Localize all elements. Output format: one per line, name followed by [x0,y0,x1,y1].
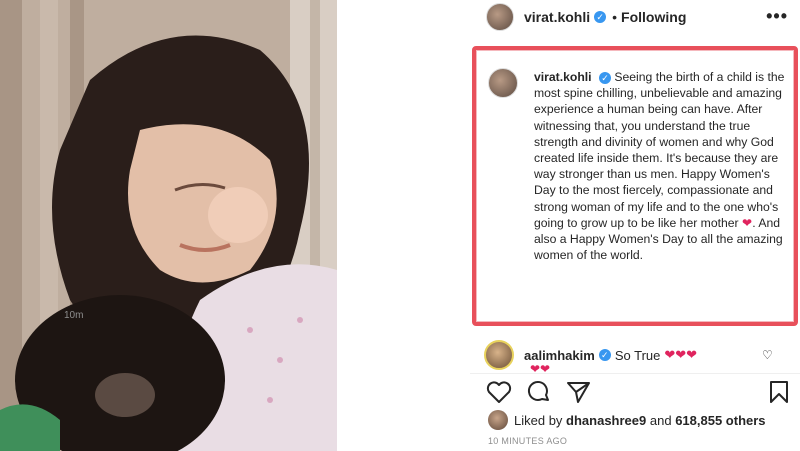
likes-prefix: Liked by [514,412,563,428]
commenter-username[interactable]: aalimhakim [524,348,595,363]
likes-joiner: and [649,412,672,428]
caption-time: 10m [64,310,84,321]
caption-username[interactable]: virat.kohli [534,70,592,84]
following-button[interactable]: Following [621,9,686,25]
commenter-avatar[interactable] [484,340,514,370]
verified-icon: ✓ [598,71,611,84]
post-timestamp: 10 MINUTES AGO [488,436,568,446]
caption-text: virat.kohli ✓ Seeing the birth of a chil… [534,69,792,263]
post-photo[interactable] [0,0,337,451]
share-icon[interactable] [566,380,592,404]
verified-icon: ✓ [594,11,607,23]
comment-hearts: ❤❤❤ [664,347,698,362]
comment-row: aalimhakim ✓ So True ❤❤❤ [484,340,784,370]
verified-icon: ✓ [598,349,611,361]
caption-author-avatar[interactable] [488,68,518,98]
caption-body: Seeing the birth of a child is the most … [534,70,785,230]
heart-icon[interactable] [486,380,512,404]
action-bar [470,373,800,407]
comment-text: So True [614,347,661,363]
red-heart-emoji-icon: ❤ [742,215,753,230]
likes-others-count[interactable]: 618,855 others [675,413,765,428]
post-header: virat.kohli ✓ • Following ••• [470,0,800,34]
liker-username[interactable]: dhanashree9 [566,413,646,428]
post-divider-space [337,0,470,451]
more-options-icon[interactable]: ••• [766,6,788,27]
comment-icon[interactable] [526,380,552,404]
author-avatar[interactable] [486,3,514,31]
likes-summary: Liked by dhanashree9 and 618,855 others [488,410,766,430]
liker-avatar[interactable] [488,410,508,430]
header-separator: • [612,9,618,25]
comment-like-heart-icon[interactable]: ♡ [762,348,773,362]
bookmark-icon[interactable] [768,380,790,404]
photo-illustration [0,0,337,451]
caption-highlight-box: virat.kohli ✓ Seeing the birth of a chil… [472,46,798,326]
author-username[interactable]: virat.kohli [524,9,590,25]
